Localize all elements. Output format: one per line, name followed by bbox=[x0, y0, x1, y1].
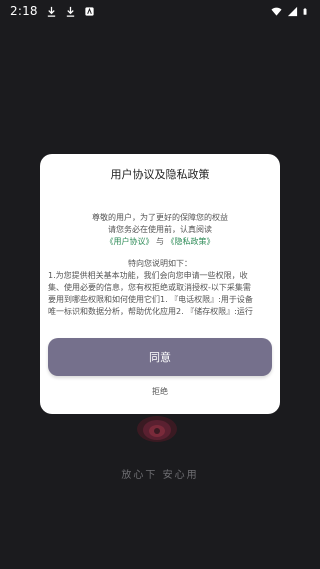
dialog-content[interactable]: 尊敬的用户，为了更好的保障您的权益 请您务必在使用前，认真阅读 《用户协议》 与… bbox=[48, 212, 272, 318]
status-right bbox=[271, 6, 310, 17]
body-line: 集、使用必要的信息，您有权拒绝或取消授权-以下采集需 bbox=[48, 283, 251, 292]
intro-line: 请您务必在使用前，认真阅读 bbox=[108, 225, 212, 234]
status-left: 2:18 bbox=[10, 4, 95, 18]
user-agreement-link[interactable]: 《用户协议》 bbox=[105, 237, 153, 246]
privacy-dialog: 用户协议及隐私政策 尊敬的用户，为了更好的保障您的权益 请您务必在使用前，认真阅… bbox=[40, 154, 280, 414]
dialog-title: 用户协议及隐私政策 bbox=[110, 168, 210, 181]
privacy-policy-link[interactable]: 《隐私政策》 bbox=[167, 237, 215, 246]
intro-line: 尊敬的用户，为了更好的保障您的权益 bbox=[92, 213, 228, 222]
download-icon bbox=[47, 6, 55, 17]
and-text: 与 bbox=[156, 237, 164, 246]
background-slogan: 放心下 安心用 bbox=[121, 470, 199, 481]
agree-button[interactable]: 同意 bbox=[48, 338, 272, 376]
notice-heading: 特向您说明如下： bbox=[128, 259, 192, 268]
signal-icon bbox=[287, 6, 298, 16]
body-line: 1.为您提供相关基本功能，我们会向您申请一些权限，收 bbox=[48, 271, 248, 280]
app-logo-icon bbox=[137, 416, 177, 442]
agreement-links: 《用户协议》 与 《隐私政策》 bbox=[48, 236, 272, 248]
battery-icon bbox=[303, 7, 307, 15]
permission-text: 1.为您提供相关基本功能，我们会向您申请一些权限，收 集、使用必要的信息，您有权… bbox=[48, 270, 272, 318]
wifi-icon bbox=[271, 7, 282, 16]
download-icon bbox=[66, 6, 74, 17]
body-line: 要用到哪些权限和如何使用它们1. 『电话权限』:用于设备 bbox=[48, 295, 253, 304]
body-line: 唯一标识和数据分析，帮助优化应用2. 『储存权限』:运行 bbox=[48, 307, 253, 316]
status-bar: 2:18 bbox=[0, 0, 320, 22]
refuse-button[interactable]: 拒绝 bbox=[40, 386, 280, 397]
app-notification-icon bbox=[85, 6, 94, 16]
status-time: 2:18 bbox=[10, 4, 38, 18]
